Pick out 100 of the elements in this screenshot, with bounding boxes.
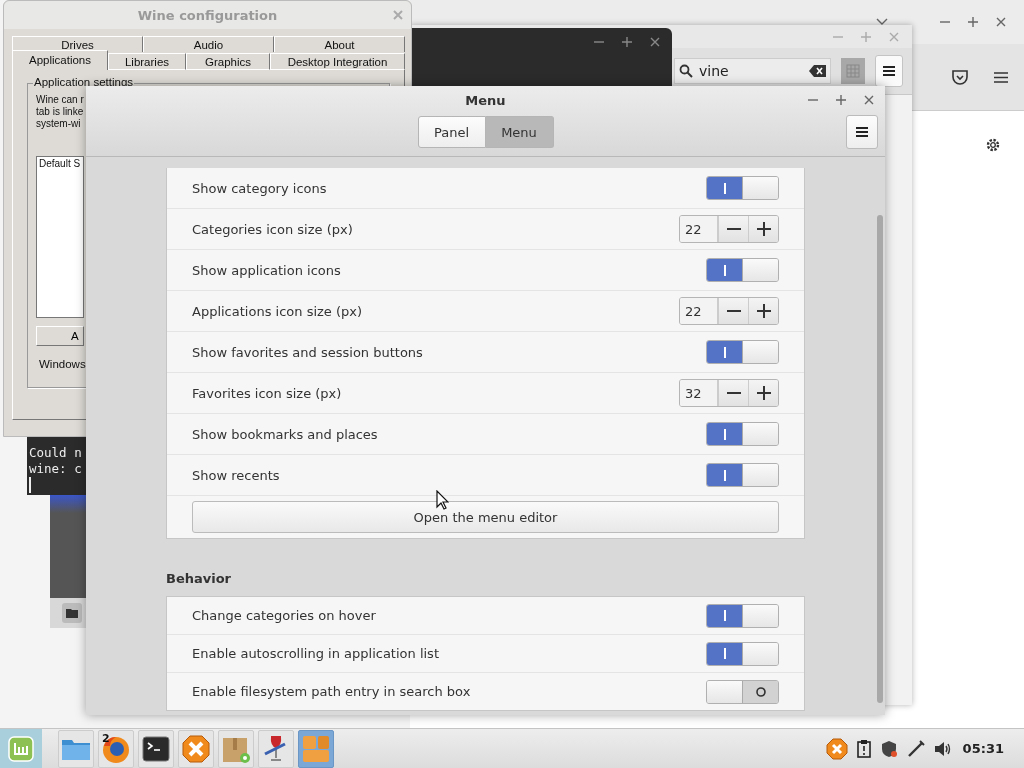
number-field[interactable]: 22	[680, 298, 718, 324]
pocket-icon[interactable]	[952, 69, 968, 85]
tab[interactable]: About	[274, 36, 405, 52]
folder-icon	[66, 608, 78, 618]
setting-label: Show favorites and session buttons	[192, 344, 423, 360]
spin-box[interactable]: 22	[679, 215, 779, 243]
taskbar-app[interactable]	[138, 729, 174, 768]
terminal-icon	[142, 735, 170, 762]
setting-label: Show application icons	[192, 262, 341, 278]
number-field[interactable]: 22	[680, 216, 718, 242]
setting-label: Enable autoscrolling in application list	[192, 646, 439, 661]
decrement-button[interactable]	[718, 216, 748, 242]
window-title: Menu	[464, 92, 507, 108]
volume-icon[interactable]	[933, 740, 952, 757]
tab[interactable]: Audio	[143, 36, 274, 52]
maximize-icon[interactable]	[622, 37, 632, 47]
description-line: Wine can r	[36, 94, 84, 106]
close-icon[interactable]	[864, 95, 874, 105]
toggle-switch[interactable]	[706, 641, 779, 666]
search-icon	[679, 64, 693, 78]
menu-editor-button[interactable]: Open the menu editor	[192, 501, 779, 533]
spin-box[interactable]: 32	[679, 379, 779, 407]
tab[interactable]: Desktop Integration	[270, 53, 405, 70]
plus-icon	[756, 304, 771, 318]
stack-tab[interactable]: Panel	[417, 116, 486, 148]
section-heading: Behavior	[166, 571, 233, 586]
add-button[interactable]: A	[36, 326, 84, 346]
search-field[interactable]: vine	[674, 58, 831, 84]
menu-button[interactable]	[846, 115, 878, 149]
toggle-switch[interactable]	[706, 679, 779, 704]
menu-icon[interactable]	[994, 71, 1008, 83]
taskbar-app[interactable]: 2	[98, 729, 134, 768]
description-line: system-wi	[36, 118, 81, 130]
shield-icon[interactable]	[879, 739, 898, 758]
menu-icon	[883, 66, 895, 76]
cursor-icon	[29, 477, 31, 493]
terminal-line: wine: c	[29, 461, 82, 477]
clock[interactable]: 05:31	[962, 741, 1004, 756]
list-box[interactable]: Default S	[36, 156, 84, 318]
toggle-switch[interactable]	[706, 603, 779, 628]
setting-label: Categories icon size (px)	[192, 221, 353, 237]
toggle-button[interactable]	[841, 58, 865, 84]
spin-box[interactable]: 22	[679, 297, 779, 325]
tab[interactable]: Graphics	[186, 53, 270, 70]
window-count: 2	[102, 731, 110, 745]
settings-icon[interactable]	[985, 137, 1001, 153]
setting-label: Show bookmarks and places	[192, 426, 378, 442]
list-header: Default S	[39, 158, 81, 169]
toggle-switch[interactable]	[706, 340, 779, 364]
setting-label: Show recents	[192, 467, 280, 483]
toggle-switch[interactable]	[706, 176, 779, 200]
menu-button[interactable]	[875, 55, 903, 87]
decrement-button[interactable]	[718, 298, 748, 324]
window-title: Wine configuration	[137, 7, 278, 23]
on-icon	[723, 264, 726, 276]
pointer-icon	[436, 490, 449, 510]
hexagon-icon[interactable]	[825, 737, 848, 760]
increment-button[interactable]	[748, 298, 778, 324]
on-icon	[723, 610, 726, 621]
setting-label: Favorites icon size (px)	[192, 385, 342, 401]
number-field[interactable]: 32	[680, 380, 718, 406]
menu-icon	[856, 127, 868, 137]
plus-icon	[756, 222, 771, 236]
scrollbar-thumb[interactable]	[877, 215, 883, 703]
clipboard-icon[interactable]	[856, 739, 871, 758]
increment-button[interactable]	[748, 380, 778, 406]
stack-tab[interactable]: Menu	[485, 116, 554, 148]
setting-label: Change categories on hover	[192, 608, 376, 623]
on-icon	[723, 648, 726, 659]
on-icon	[723, 346, 726, 358]
close-icon[interactable]	[650, 37, 660, 47]
close-icon[interactable]	[996, 17, 1006, 27]
maximize-icon[interactable]	[836, 95, 846, 105]
toggle-switch[interactable]	[706, 422, 779, 446]
tab[interactable]: Applications	[12, 50, 108, 70]
chevron-down-icon[interactable]	[876, 18, 888, 26]
on-icon	[723, 428, 726, 440]
on-icon	[723, 182, 726, 194]
hexagon-icon	[181, 733, 211, 764]
field-label: Windows	[39, 358, 87, 370]
clear-icon[interactable]	[809, 65, 826, 77]
increment-button[interactable]	[748, 216, 778, 242]
blocks-icon	[301, 733, 331, 764]
folder-button[interactable]	[62, 603, 82, 623]
on-icon	[723, 469, 726, 481]
setting-label: Applications icon size (px)	[192, 303, 363, 319]
decrement-button[interactable]	[718, 380, 748, 406]
setting-label: Enable filesystem path entry in search box	[192, 684, 471, 699]
toggle-switch[interactable]	[706, 463, 779, 487]
terminal-line: Could n	[29, 445, 82, 461]
description-line: tab is linke	[36, 106, 84, 118]
tab[interactable]: Drives	[12, 36, 143, 52]
minus-icon	[726, 392, 741, 394]
off-icon	[755, 686, 766, 697]
pen-icon[interactable]	[906, 739, 925, 758]
grid-icon	[846, 64, 860, 78]
plus-icon	[756, 386, 771, 400]
tab[interactable]: Libraries	[108, 53, 186, 70]
toggle-switch[interactable]	[706, 258, 779, 282]
maximize-icon[interactable]	[968, 17, 978, 27]
